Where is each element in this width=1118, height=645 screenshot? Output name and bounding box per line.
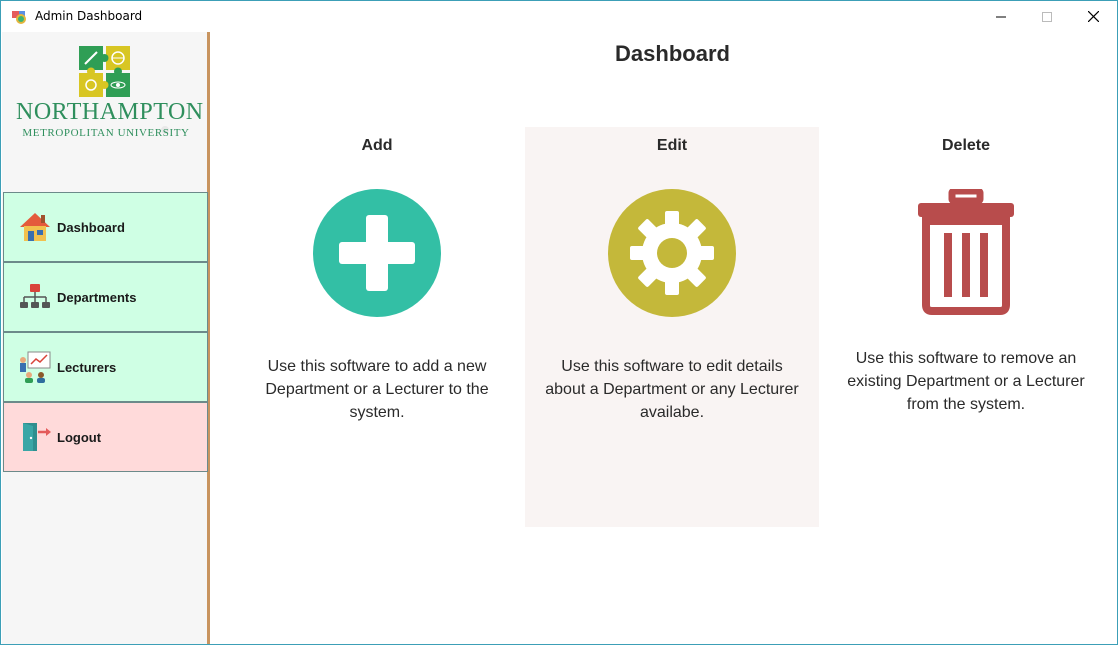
delete-card-description: Use this software to remove an existing … <box>847 350 1085 413</box>
puzzle-logo-icon <box>79 46 130 97</box>
house-icon <box>20 213 50 241</box>
app-icon <box>12 11 26 24</box>
minimize-button[interactable] <box>978 1 1024 32</box>
university-logo: NORTHAMPTON METROPOLITAN UNIVERSITY <box>16 45 204 139</box>
delete-card[interactable]: Delete Use this software to remove an ex… <box>819 127 1113 527</box>
add-card[interactable]: Add Use this software to add a new Depar… <box>230 127 524 527</box>
sidebar-item-lecturers[interactable]: Lecturers <box>3 332 208 402</box>
sidebar-item-label: Dashboard <box>57 220 125 235</box>
title-bar: Admin Dashboard <box>1 1 1117 32</box>
maximize-button[interactable] <box>1024 1 1070 32</box>
edit-card-description: Use this software to edit details about … <box>545 358 799 421</box>
sidebar-item-dashboard[interactable]: Dashboard <box>3 192 208 262</box>
gear-icon <box>608 189 736 317</box>
sidebar-item-logout[interactable]: Logout <box>3 402 208 472</box>
window-title: Admin Dashboard <box>35 9 143 23</box>
trash-icon <box>918 189 1014 315</box>
edit-card[interactable]: Edit Use this software to edit details a… <box>525 127 819 527</box>
logo-subtitle: METROPOLITAN UNIVERSITY <box>22 127 190 139</box>
org-chart-icon <box>20 284 50 308</box>
maximize-icon <box>1042 11 1052 22</box>
edit-card-title: Edit <box>656 137 688 154</box>
logo-name: NORTHAMPTON <box>16 99 204 125</box>
sidebar-item-label: Logout <box>57 430 102 445</box>
main-content: Dashboard Add Use this software to add a… <box>210 32 1117 644</box>
close-icon <box>1087 11 1099 22</box>
plus-circle-icon <box>313 189 441 317</box>
add-card-description: Use this software to add a new Departmen… <box>265 358 489 421</box>
add-card-title: Add <box>361 137 393 154</box>
delete-card-title: Delete <box>941 137 991 154</box>
page-title: Dashboard <box>615 41 730 66</box>
minimize-icon <box>996 16 1006 17</box>
close-button[interactable] <box>1070 1 1116 32</box>
sidebar-item-departments[interactable]: Departments <box>3 262 208 332</box>
admin-dashboard-window: Admin Dashboard NORTHAMPTON METROPOLITAN… <box>0 0 1118 645</box>
sidebar-item-label: Departments <box>57 290 137 305</box>
exit-door-icon <box>23 423 51 451</box>
sidebar-item-label: Lecturers <box>57 360 117 375</box>
classroom-icon <box>20 351 51 383</box>
